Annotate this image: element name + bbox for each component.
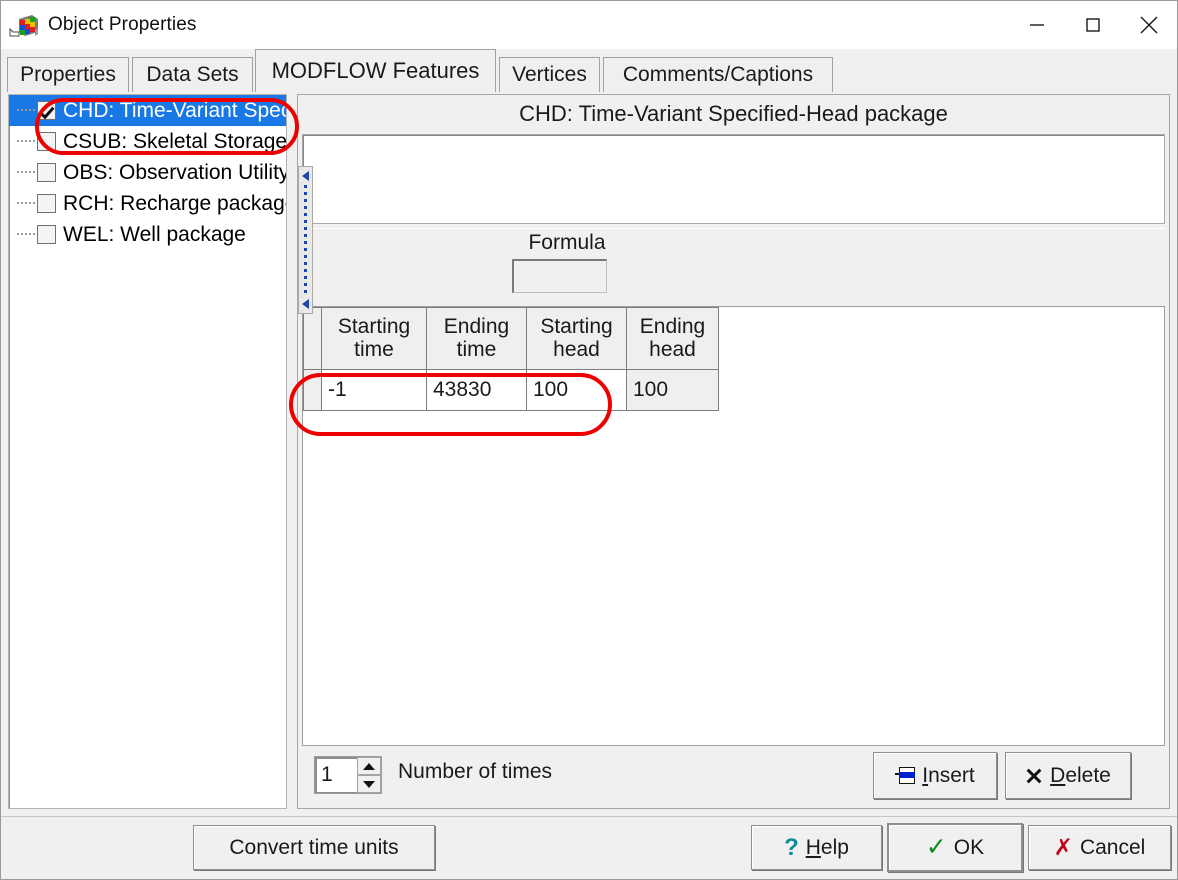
package-detail-pane: CHD: Time-Variant Specified-Head package… [297, 94, 1170, 809]
tree-connector-icon [17, 202, 35, 205]
tab-label: MODFLOW Features [271, 58, 480, 83]
stepper-down-icon[interactable] [357, 775, 381, 793]
tab-label: Properties [20, 63, 116, 86]
ok-button-label: OK [953, 835, 985, 859]
tree-item-label: RCH: Recharge package [63, 191, 286, 215]
column-label-line1: Ending [639, 314, 706, 338]
grid-corner-cell [303, 307, 322, 370]
tree-checkbox-csub[interactable] [37, 132, 56, 151]
tab-label: Vertices [512, 63, 587, 86]
object-properties-window: Object Properties Properties Data Sets M… [0, 0, 1178, 880]
question-mark-icon: ? [784, 833, 799, 861]
tree-checkbox-obs[interactable] [37, 163, 56, 182]
stepper-up-icon[interactable] [357, 757, 381, 775]
insert-row-icon [895, 767, 916, 784]
row-header-cell[interactable] [303, 369, 322, 411]
tree-item-rch[interactable]: RCH: Recharge package [9, 188, 286, 219]
delete-x-icon [1025, 767, 1043, 785]
help-button-label: Help [805, 835, 849, 859]
stepper-buttons [357, 757, 381, 793]
package-title: CHD: Time-Variant Specified-Head package [519, 101, 948, 126]
tree-item-csub[interactable]: CSUB: Skeletal Storage, Compaction, and … [9, 126, 286, 157]
column-label-line2: head [553, 337, 600, 361]
tree-item-label: WEL: Well package [63, 222, 246, 246]
close-icon[interactable] [1121, 1, 1177, 49]
column-starting-head[interactable]: Starting head [526, 307, 627, 370]
modflow-package-tree[interactable]: CHD: Time-Variant Specified-Head package… [8, 94, 287, 809]
cell-starting-head[interactable]: 100 [526, 369, 627, 411]
convert-time-units-button[interactable]: Convert time units [193, 825, 435, 870]
tree-checkbox-wel[interactable] [37, 225, 56, 244]
cell-ending-head[interactable]: 100 [626, 369, 719, 411]
tree-item-label: OBS: Observation Utility [63, 160, 286, 184]
number-of-times-input[interactable]: 1 [315, 757, 357, 793]
splitter-grip-icon [304, 185, 307, 295]
window-controls [1009, 1, 1177, 49]
number-of-times-stepper[interactable]: 1 [314, 756, 382, 794]
column-label-line1: Starting [337, 314, 411, 338]
modelmuse-cube-icon [9, 11, 39, 39]
delete-button-label: Delete [1050, 763, 1111, 787]
tree-connector-icon [17, 109, 35, 112]
splitter-arrow-up-icon [302, 171, 309, 181]
tree-item-chd[interactable]: CHD: Time-Variant Specified-Head package [9, 95, 286, 126]
tree-item-label: CHD: Time-Variant Specified-Head package [63, 98, 286, 122]
convert-time-units-label: Convert time units [229, 835, 399, 859]
time-grid-table: Starting time Ending time Starting head [303, 307, 719, 411]
cell-starting-time[interactable]: -1 [321, 369, 427, 411]
column-starting-time[interactable]: Starting time [321, 307, 427, 370]
ok-button[interactable]: ✓ OK [887, 823, 1023, 872]
tab-label: Data Sets [146, 63, 239, 86]
column-label-line2: head [649, 337, 696, 361]
grid-header-row: Starting time Ending time Starting head [303, 307, 719, 370]
tab-bar: Properties Data Sets MODFLOW Features Ve… [1, 49, 1177, 92]
tab-data-sets[interactable]: Data Sets [132, 57, 253, 92]
title-bar: Object Properties [1, 1, 1177, 49]
tree-connector-icon [17, 140, 35, 143]
tree-connector-icon [17, 233, 35, 236]
splitter-arrow-down-icon [302, 299, 309, 309]
tab-comments-captions[interactable]: Comments/Captions [603, 57, 833, 92]
tab-label: Comments/Captions [622, 63, 814, 86]
minimize-icon[interactable] [1009, 1, 1065, 49]
tab-vertices[interactable]: Vertices [499, 57, 600, 92]
tab-content-modflow-features: CHD: Time-Variant Specified-Head package… [1, 92, 1177, 816]
grid-row-splitter[interactable] [298, 166, 313, 314]
column-ending-head[interactable]: Ending head [626, 307, 719, 370]
tree-connector-icon [17, 171, 35, 174]
maximize-icon[interactable] [1065, 1, 1121, 49]
insert-button-label: Insert [922, 763, 975, 787]
time-grid[interactable]: Starting time Ending time Starting head [302, 306, 1165, 746]
column-ending-time[interactable]: Ending time [426, 307, 527, 370]
tree-checkbox-chd[interactable] [37, 101, 56, 120]
tab-properties[interactable]: Properties [7, 57, 129, 92]
table-row[interactable]: -1 43830 100 100 [303, 369, 719, 411]
formula-label: Formula [528, 231, 606, 254]
grid-controls: 1 Number of times Insert Delete [302, 748, 1165, 804]
delete-button[interactable]: Delete [1005, 752, 1131, 799]
column-label-line1: Starting [540, 314, 613, 338]
tree-item-obs[interactable]: OBS: Observation Utility [9, 157, 286, 188]
column-label-line1: Ending [443, 314, 510, 338]
formula-input[interactable] [512, 259, 607, 293]
window-title: Object Properties [48, 14, 197, 35]
check-icon: ✓ [925, 833, 947, 861]
column-label-line2: time [354, 337, 394, 361]
tree-item-label: CSUB: Skeletal Storage, Compaction, and … [63, 129, 286, 153]
tab-modflow-features[interactable]: MODFLOW Features [255, 49, 496, 92]
number-of-times-label: Number of times [398, 760, 553, 783]
column-label-line2: time [456, 337, 497, 361]
package-comment-memo[interactable] [302, 134, 1165, 224]
insert-button[interactable]: Insert [873, 752, 997, 799]
help-button[interactable]: ? Help [751, 825, 882, 870]
formula-area: Formula [302, 228, 1165, 305]
tree-item-wel[interactable]: WEL: Well package [9, 219, 286, 250]
cancel-button[interactable]: ✗ Cancel [1028, 825, 1171, 870]
cell-ending-time[interactable]: 43830 [426, 369, 527, 411]
dialog-footer: Convert time units ? Help ✓ OK ✗ Cancel [1, 816, 1177, 879]
cancel-button-label: Cancel [1079, 835, 1146, 859]
tree-checkbox-rch[interactable] [37, 194, 56, 213]
cancel-x-icon: ✗ [1053, 834, 1073, 860]
